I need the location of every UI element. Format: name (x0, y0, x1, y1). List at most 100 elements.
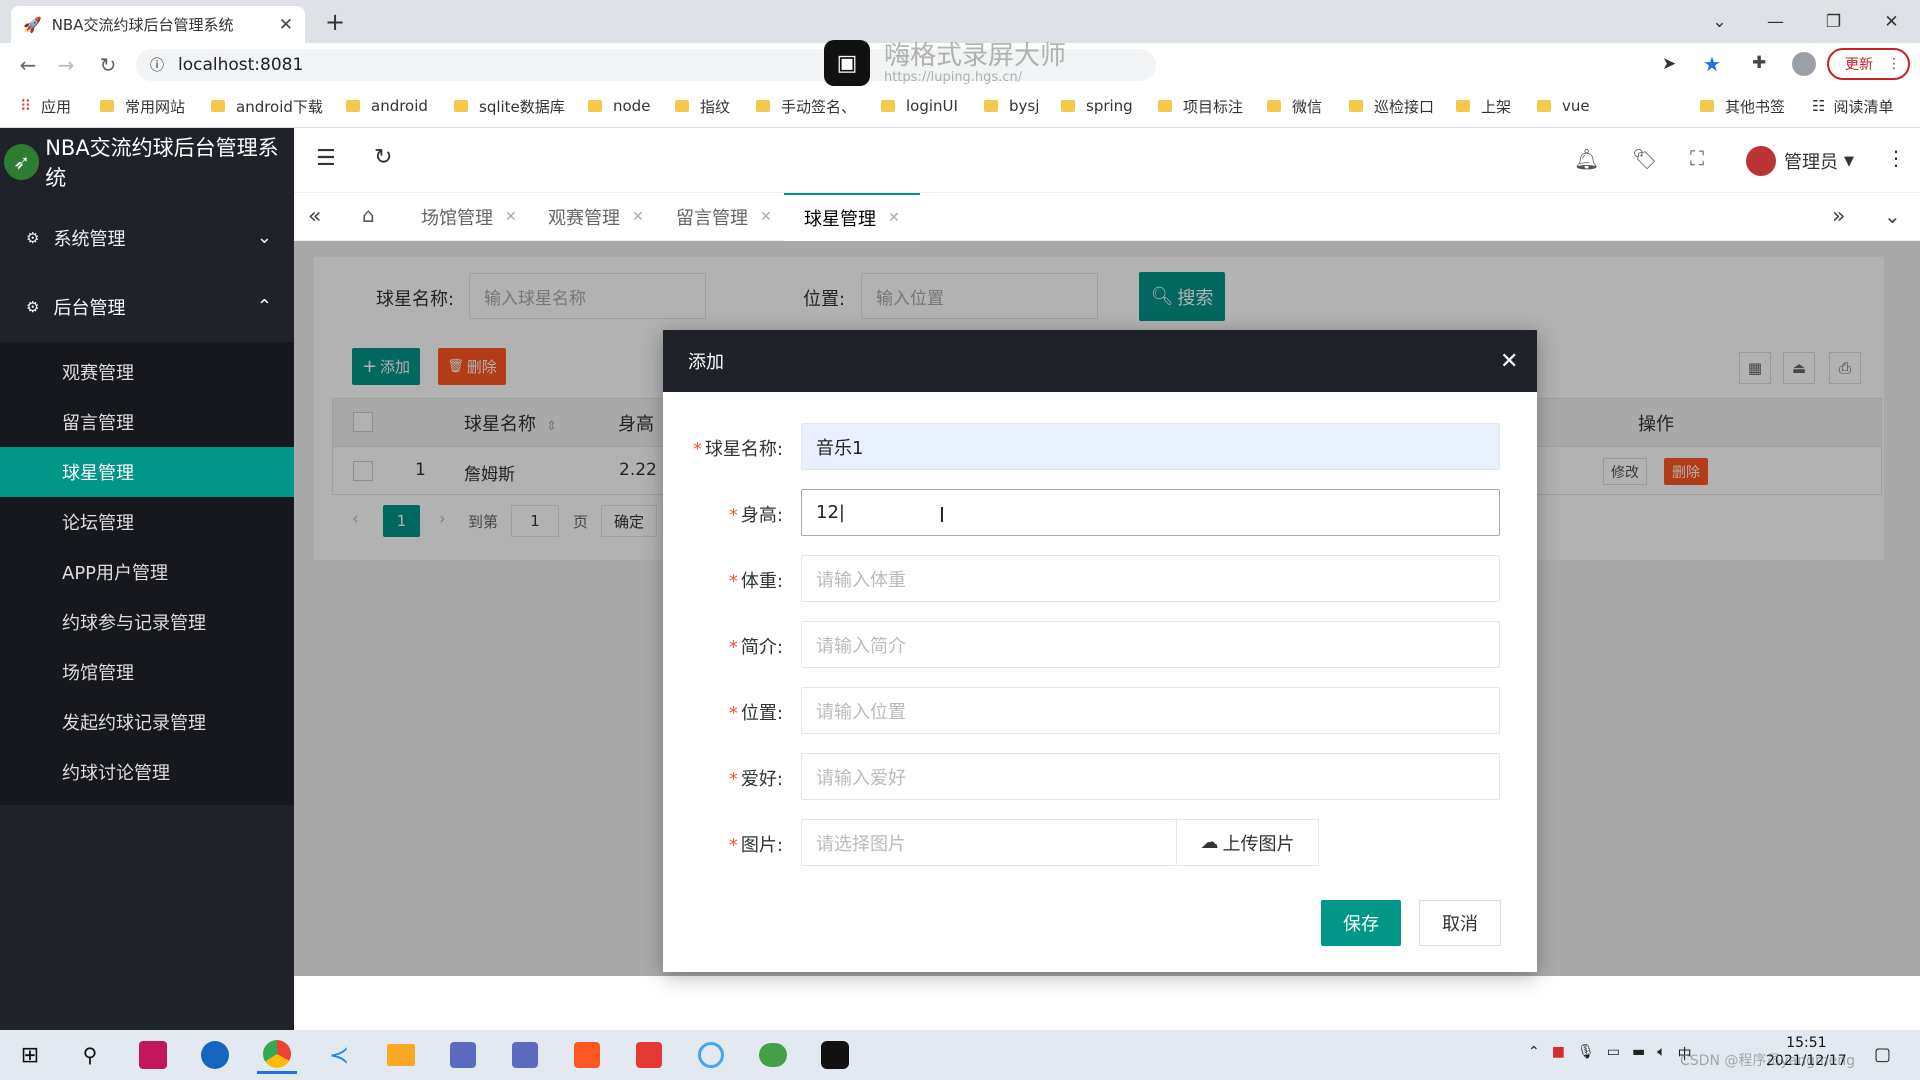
sidebar-item-discussion[interactable]: 约球讨论管理 (0, 747, 294, 797)
chevron-up-icon[interactable]: ⌃ (1528, 1044, 1540, 1064)
chrome-icon[interactable] (257, 1036, 297, 1074)
close-icon[interactable]: ✕ (505, 209, 517, 225)
back-icon[interactable]: ← (12, 49, 44, 81)
reading-list[interactable]: ☷ 阅读清单 (1812, 95, 1893, 117)
bookmark-folder[interactable]: bysj (984, 95, 1039, 117)
upload-image-button[interactable]: ☁ 上传图片 (1176, 819, 1319, 866)
tab-messages[interactable]: 留言管理 ✕ (656, 193, 792, 241)
bookmark-label: 手动签名、 (781, 97, 857, 116)
sidebar-item-forum[interactable]: 论坛管理 (0, 497, 294, 547)
intellij-icon[interactable] (133, 1036, 173, 1074)
menu-group-system[interactable]: ⚙ 系统管理 ⌄ (0, 204, 294, 271)
file-explorer-icon[interactable] (381, 1036, 421, 1074)
bookmark-folder[interactable]: node (588, 95, 650, 117)
bookmark-folder[interactable]: vue (1537, 95, 1590, 117)
close-dialog-icon[interactable]: ✕ (1500, 349, 1518, 374)
volume-icon[interactable]: 🔈︎ (1657, 1044, 1665, 1064)
extensions-icon[interactable]: ✚ (1752, 53, 1766, 73)
battery-icon[interactable]: ▬ (1632, 1044, 1645, 1064)
sidebar-item-watch[interactable]: 观赛管理 (0, 347, 294, 397)
reload-icon[interactable]: ↻ (92, 49, 124, 81)
menu-group-backend[interactable]: ⚙ 后台管理 ⌃ (0, 273, 294, 340)
sidebar-item-initiate[interactable]: 发起约球记录管理 (0, 697, 294, 747)
browser-tab[interactable]: 🚀 NBA交流约球后台管理系统 ✕ (11, 6, 305, 43)
weight-input[interactable]: 请输入体重 (801, 555, 1500, 602)
app-icon-4[interactable] (691, 1036, 731, 1074)
tabs-scroll-right-icon[interactable]: » (1832, 204, 1845, 229)
bookmark-folder[interactable]: 常用网站 (100, 95, 185, 117)
fullscreen-icon[interactable]: ⛶ (1690, 146, 1704, 170)
search-taskbar-icon[interactable]: ⚲ (70, 1036, 110, 1074)
tab-watch[interactable]: 观赛管理 ✕ (528, 193, 664, 241)
bookmark-folder[interactable]: 手动签名、 (756, 95, 856, 117)
tag-icon[interactable]: 🏷︎ (1632, 147, 1657, 171)
sidebar-item-venues[interactable]: 场馆管理 (0, 647, 294, 697)
menu-toggle-icon[interactable]: ☰ (316, 146, 336, 171)
star-name-input[interactable]: 音乐1 (801, 423, 1500, 470)
wps-writer-icon[interactable] (195, 1036, 235, 1074)
app-icon-3[interactable] (567, 1036, 607, 1074)
save-button[interactable]: 保存 (1321, 900, 1401, 946)
app-icon-2[interactable] (505, 1036, 545, 1074)
bookmark-apps[interactable]: ⠿ 应用 (20, 95, 71, 117)
intro-input[interactable]: 请输入简介 (801, 621, 1500, 668)
home-icon[interactable]: ⌂ (362, 203, 375, 227)
tabs-dropdown-icon[interactable]: ⌄ (1884, 204, 1901, 228)
bookmark-folder[interactable]: spring (1061, 95, 1133, 117)
tabs-scroll-left-icon[interactable]: « (308, 204, 321, 229)
bookmark-folder[interactable]: loginUI (881, 95, 958, 117)
close-icon[interactable]: ✕ (888, 210, 900, 226)
bookmark-folder[interactable]: 巡检接口 (1349, 95, 1434, 117)
hobby-input[interactable]: 请输入爱好 (801, 753, 1500, 800)
sidebar-item-app-users[interactable]: APP用户管理 (0, 547, 294, 597)
close-icon[interactable]: ✕ (632, 209, 644, 225)
star-icon[interactable]: ★ (1703, 52, 1721, 76)
sidebar-item-stars[interactable]: 球星管理 (0, 447, 294, 497)
sidebar-item-messages[interactable]: 留言管理 (0, 397, 294, 447)
position-input[interactable]: 请输入位置 (801, 687, 1500, 734)
height-input[interactable]: 12 | (801, 489, 1500, 536)
text-cursor: | (838, 502, 845, 523)
bookmark-folder[interactable]: 上架 (1456, 95, 1511, 117)
restore-icon[interactable]: ❐ (1806, 0, 1861, 43)
new-tab-icon[interactable]: + (325, 8, 345, 36)
recorder-taskbar-icon[interactable] (815, 1036, 855, 1074)
forward-icon[interactable]: → (50, 49, 82, 81)
bookmark-folder[interactable]: android (346, 95, 428, 117)
vscode-icon[interactable]: ≺ (319, 1036, 359, 1074)
bookmark-folder[interactable]: 项目标注 (1158, 95, 1243, 117)
bookmark-folder[interactable]: 微信 (1267, 95, 1322, 117)
bookmark-other[interactable]: 其他书签 (1700, 95, 1785, 117)
windows-start-icon[interactable]: ⊞ (10, 1036, 50, 1074)
tab-stars[interactable]: 球星管理 ✕ (784, 193, 920, 241)
wechat-icon[interactable] (753, 1036, 793, 1074)
wps-icon[interactable] (629, 1036, 669, 1074)
user-menu[interactable]: 管理员 ▼ (1746, 146, 1854, 176)
sidebar-item-participation[interactable]: 约球参与记录管理 (0, 597, 294, 647)
tab-venues[interactable]: 场馆管理 ✕ (401, 193, 537, 241)
gear-icon: ⚙ (26, 228, 40, 247)
more-vert-icon[interactable]: ⋮ (1886, 146, 1906, 170)
image-input[interactable]: 请选择图片 (801, 819, 1177, 866)
notification-icon[interactable]: ▢ (1874, 1044, 1891, 1065)
tab-search-icon[interactable]: ⌄ (1692, 0, 1747, 43)
bookmark-folder[interactable]: sqlite数据库 (454, 95, 565, 117)
app-icon-1[interactable] (443, 1036, 483, 1074)
network-icon[interactable]: ▭ (1607, 1044, 1620, 1064)
profile-icon[interactable] (1792, 52, 1816, 76)
mic-icon[interactable]: 🎙︎ (1577, 1044, 1595, 1064)
i-beam-cursor-icon: I (939, 503, 945, 527)
record-icon[interactable]: ■ (1552, 1044, 1565, 1064)
cancel-button[interactable]: 取消 (1419, 900, 1501, 946)
bell-icon[interactable]: 🔔︎ (1574, 147, 1599, 171)
minimize-icon[interactable]: — (1748, 0, 1803, 43)
update-button[interactable]: 更新 ⋮ (1827, 48, 1910, 80)
close-tab-icon[interactable]: ✕ (279, 15, 293, 35)
close-icon[interactable]: ✕ (760, 209, 772, 225)
close-window-icon[interactable]: ✕ (1864, 0, 1919, 43)
bookmark-folder[interactable]: 指纹 (675, 95, 730, 117)
send-icon[interactable]: ➤ (1662, 54, 1676, 74)
refresh-icon[interactable]: ↻ (374, 145, 392, 170)
bookmark-folder[interactable]: android下载 (211, 95, 323, 117)
reading-list-label: 阅读清单 (1833, 97, 1894, 116)
